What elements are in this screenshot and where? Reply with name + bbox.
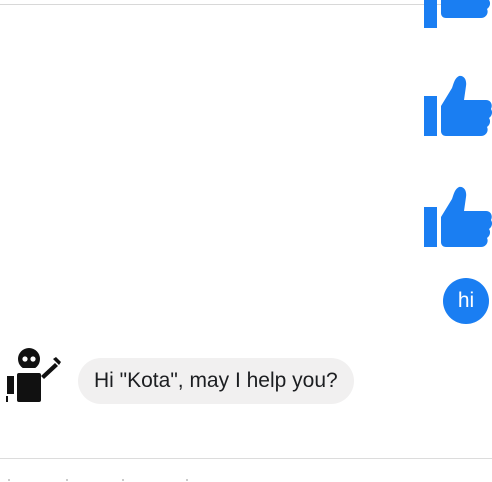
- composer-placeholder[interactable]: [0, 478, 200, 482]
- thumbs-up-icon: [424, 0, 492, 28]
- thumbs-up-icon[interactable]: [424, 177, 492, 247]
- bot-message-bubble[interactable]: Hi "Kota", may I help you?: [78, 358, 354, 404]
- bot-message-text: Hi "Kota", may I help you?: [94, 369, 338, 392]
- thumbs-up-icon[interactable]: [424, 66, 492, 136]
- user-message-bubble[interactable]: hi: [443, 278, 489, 324]
- composer-divider: [0, 458, 492, 459]
- robot-icon[interactable]: [3, 346, 63, 404]
- top-divider: [0, 4, 490, 5]
- user-message-text: hi: [457, 289, 475, 312]
